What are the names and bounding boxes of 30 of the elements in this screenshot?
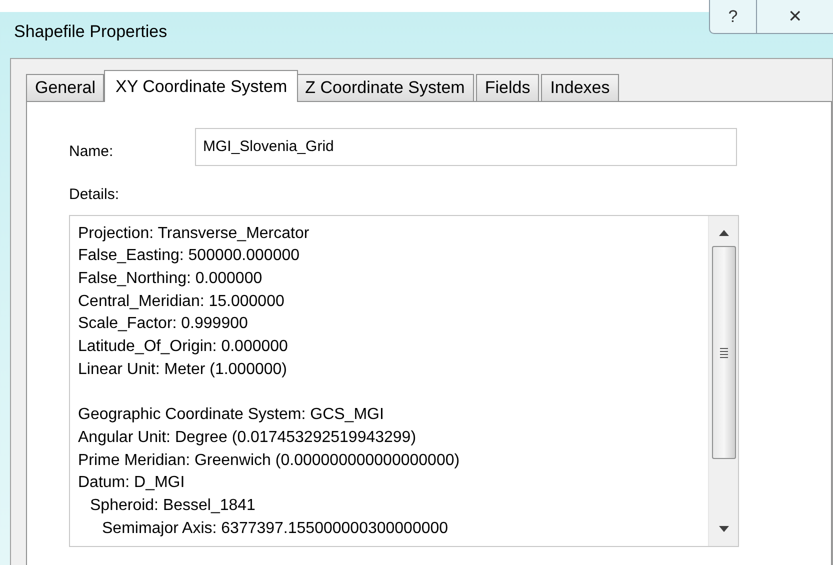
detail-line: Angular Unit: Degree (0.017453292519943299) <box>78 428 416 448</box>
detail-line: False_Easting: 500000.000000 <box>78 246 300 266</box>
detail-line: Spheroid: Bessel_1841 <box>90 496 256 516</box>
detail-line: Geographic Coordinate System: GCS_MGI <box>78 405 384 426</box>
scroll-up-icon[interactable] <box>718 230 728 236</box>
detail-line: Linear Unit: Meter (1.000000) <box>78 360 287 380</box>
scrollbar[interactable] <box>708 216 738 546</box>
detail-line: Datum: D_MGI <box>78 473 185 494</box>
detail-line: False_Northing: 0.000000 <box>78 268 262 289</box>
grip-icon <box>720 346 728 358</box>
detail-line: Semimajor Axis: 6377397.155000000300000000 <box>102 518 448 539</box>
name-label: Name: <box>69 142 114 162</box>
detail-line: Prime Meridian: Greenwich (0.000000000000000000) <box>78 450 460 471</box>
detail-line: Scale_Factor: 0.999900 <box>78 314 248 334</box>
detail-line: Central_Meridian: 15.000000 <box>78 292 284 312</box>
scroll-thumb[interactable] <box>712 246 736 458</box>
scroll-down-icon[interactable] <box>718 526 728 532</box>
details-label: Details: <box>69 185 120 205</box>
detail-line: Latitude_Of_Origin: 0.000000 <box>78 337 288 358</box>
name-field[interactable]: MGI_Slovenia_Grid <box>195 128 737 166</box>
close-button[interactable]: ✕ <box>757 0 833 34</box>
window-title: Shapefile Properties <box>14 21 168 43</box>
tab[interactable]: Indexes <box>541 74 619 101</box>
detail-line: Projection: Transverse_Mercator <box>78 224 310 244</box>
tab[interactable]: Fields <box>476 74 540 101</box>
tab[interactable]: Z Coordinate System <box>296 74 474 101</box>
help-button[interactable]: ? <box>709 0 757 34</box>
tab[interactable]: XY Coordinate System <box>104 70 298 102</box>
tab[interactable]: General <box>26 74 104 101</box>
details-box[interactable] <box>69 214 739 546</box>
